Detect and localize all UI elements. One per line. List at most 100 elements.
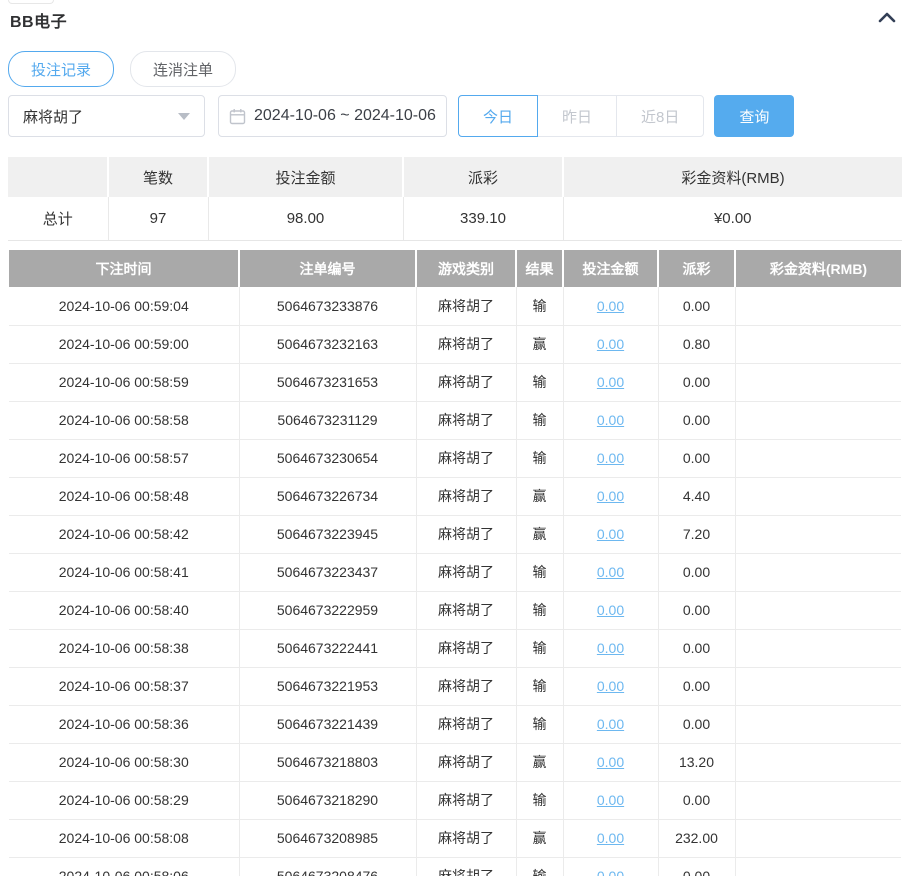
cell-game-type: 麻将胡了 <box>416 553 516 591</box>
cell-game-type: 麻将胡了 <box>416 857 516 876</box>
search-button[interactable]: 查询 <box>714 95 794 137</box>
cell-result: 输 <box>516 363 563 401</box>
bet-amount-link[interactable]: 0.00 <box>597 564 624 580</box>
bet-amount-link[interactable]: 0.00 <box>597 488 624 504</box>
bet-amount-link[interactable]: 0.00 <box>597 830 624 846</box>
record-row: 2024-10-06 00:58:40 5064673222959 麻将胡了 输… <box>9 591 901 629</box>
summary-total-bet-amount: 98.00 <box>208 197 403 240</box>
bet-amount-link[interactable]: 0.00 <box>597 792 624 808</box>
bet-amount-link[interactable]: 0.00 <box>597 754 624 770</box>
bet-amount-link[interactable]: 0.00 <box>597 412 624 428</box>
cell-payout: 13.20 <box>658 743 735 781</box>
chevron-up-icon <box>878 10 896 27</box>
summary-header-bet-amount: 投注金额 <box>208 157 403 197</box>
cell-result: 赢 <box>516 325 563 363</box>
records-header-result: 结果 <box>516 250 563 287</box>
record-row: 2024-10-06 00:58:36 5064673221439 麻将胡了 输… <box>9 705 901 743</box>
cell-bet-time: 2024-10-06 00:58:08 <box>9 819 239 857</box>
records-header-row: 下注时间 注单编号 游戏类别 结果 投注金额 派彩 彩金资料(RMB) <box>9 250 901 287</box>
today-button[interactable]: 今日 <box>458 95 538 137</box>
cell-bet-time: 2024-10-06 00:58:57 <box>9 439 239 477</box>
bet-amount-link[interactable]: 0.00 <box>597 374 624 390</box>
record-row: 2024-10-06 00:58:42 5064673223945 麻将胡了 赢… <box>9 515 901 553</box>
bet-amount-link[interactable]: 0.00 <box>597 602 624 618</box>
cell-payout: 4.40 <box>658 477 735 515</box>
cell-payout: 0.00 <box>658 629 735 667</box>
date-range-picker[interactable]: 2024-10-06 ~ 2024-10-06 <box>218 95 447 137</box>
cell-payout: 0.00 <box>658 553 735 591</box>
yesterday-button[interactable]: 昨日 <box>537 95 617 137</box>
cell-bet-amount: 0.00 <box>563 591 658 629</box>
cell-bet-amount: 0.00 <box>563 857 658 876</box>
records-header-order-no: 注单编号 <box>239 250 416 287</box>
cell-game-type: 麻将胡了 <box>416 439 516 477</box>
summary-table: 笔数 投注金额 派彩 彩金资料(RMB) 总计 97 98.00 339.10 … <box>8 157 902 241</box>
record-row: 2024-10-06 00:58:29 5064673218290 麻将胡了 输… <box>9 781 901 819</box>
cell-bet-amount: 0.00 <box>563 667 658 705</box>
quick-date-button-group: 今日 昨日 近8日 <box>458 95 704 137</box>
cell-game-type: 麻将胡了 <box>416 819 516 857</box>
cell-payout: 0.00 <box>658 781 735 819</box>
record-row: 2024-10-06 00:59:04 5064673233876 麻将胡了 输… <box>9 287 901 325</box>
page-header: BB电子 <box>10 8 896 32</box>
bet-amount-link[interactable]: 0.00 <box>597 640 624 656</box>
cell-order-no: 5064673208476 <box>239 857 416 876</box>
page-title: BB电子 <box>10 8 67 32</box>
cell-game-type: 麻将胡了 <box>416 591 516 629</box>
cell-payout: 0.00 <box>658 705 735 743</box>
cell-payout: 7.20 <box>658 515 735 553</box>
collapse-panel-button[interactable] <box>878 8 896 28</box>
cell-bonus <box>735 515 901 553</box>
cell-bet-amount: 0.00 <box>563 439 658 477</box>
cell-game-type: 麻将胡了 <box>416 401 516 439</box>
bet-amount-link[interactable]: 0.00 <box>597 336 624 352</box>
scrolled-element-fragment <box>8 0 54 4</box>
cell-order-no: 5064673222959 <box>239 591 416 629</box>
game-type-select[interactable]: 麻将胡了 <box>8 95 205 137</box>
cell-order-no: 5064673218290 <box>239 781 416 819</box>
cell-order-no: 5064673223437 <box>239 553 416 591</box>
records-header-game-type: 游戏类别 <box>416 250 516 287</box>
cell-bet-amount: 0.00 <box>563 629 658 667</box>
summary-header-count: 笔数 <box>108 157 208 197</box>
record-row: 2024-10-06 00:58:06 5064673208476 麻将胡了 输… <box>9 857 901 876</box>
cell-game-type: 麻将胡了 <box>416 325 516 363</box>
record-row: 2024-10-06 00:58:41 5064673223437 麻将胡了 输… <box>9 553 901 591</box>
calendar-icon <box>229 108 246 125</box>
bet-amount-link[interactable]: 0.00 <box>597 868 624 876</box>
bet-amount-link[interactable]: 0.00 <box>597 298 624 314</box>
bet-amount-link[interactable]: 0.00 <box>597 450 624 466</box>
cell-bet-time: 2024-10-06 00:59:04 <box>9 287 239 325</box>
date-range-value: 2024-10-06 ~ 2024-10-06 <box>254 107 436 125</box>
bet-amount-link[interactable]: 0.00 <box>597 716 624 732</box>
game-type-select-value: 麻将胡了 <box>23 106 83 127</box>
summary-header-empty <box>8 157 108 197</box>
cell-game-type: 麻将胡了 <box>416 743 516 781</box>
cell-result: 输 <box>516 401 563 439</box>
records-header-bet-amount: 投注金额 <box>563 250 658 287</box>
cell-bet-time: 2024-10-06 00:58:06 <box>9 857 239 876</box>
summary-total-bonus: ¥0.00 <box>563 197 902 240</box>
bet-amount-link[interactable]: 0.00 <box>597 678 624 694</box>
cell-bet-amount: 0.00 <box>563 781 658 819</box>
cell-order-no: 5064673232163 <box>239 325 416 363</box>
last-8-days-button[interactable]: 近8日 <box>616 95 704 137</box>
bet-amount-link[interactable]: 0.00 <box>597 526 624 542</box>
cell-bet-amount: 0.00 <box>563 743 658 781</box>
cell-result: 输 <box>516 439 563 477</box>
cell-order-no: 5064673226734 <box>239 477 416 515</box>
cell-game-type: 麻将胡了 <box>416 705 516 743</box>
cell-payout: 0.00 <box>658 667 735 705</box>
cell-bet-amount: 0.00 <box>563 515 658 553</box>
cell-bet-time: 2024-10-06 00:58:48 <box>9 477 239 515</box>
tab-bet-records[interactable]: 投注记录 <box>8 51 114 87</box>
cell-order-no: 5064673208985 <box>239 819 416 857</box>
cell-order-no: 5064673230654 <box>239 439 416 477</box>
cell-bonus <box>735 553 901 591</box>
cell-bonus <box>735 325 901 363</box>
cell-order-no: 5064673233876 <box>239 287 416 325</box>
cell-game-type: 麻将胡了 <box>416 515 516 553</box>
tab-cancelled-orders[interactable]: 连消注单 <box>130 51 236 87</box>
cell-payout: 0.00 <box>658 287 735 325</box>
record-row: 2024-10-06 00:59:00 5064673232163 麻将胡了 赢… <box>9 325 901 363</box>
